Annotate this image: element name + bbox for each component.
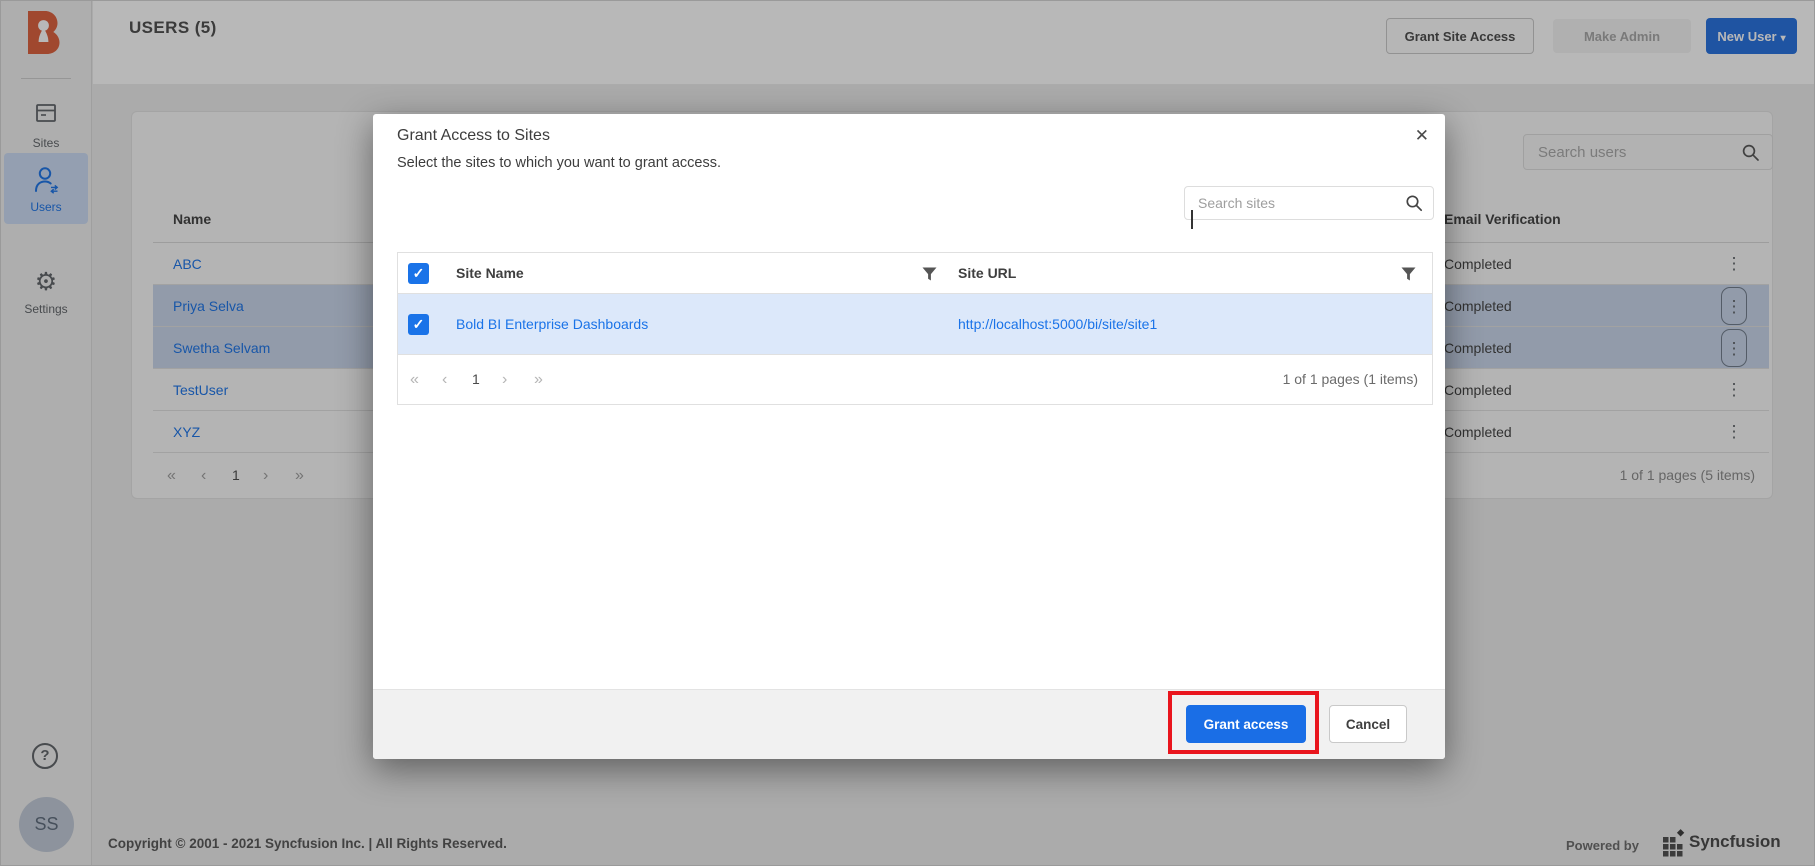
prev-page-icon[interactable]: ‹ (442, 355, 447, 404)
cancel-button[interactable]: Cancel (1329, 705, 1407, 743)
site-name-link[interactable]: Bold BI Enterprise Dashboards (456, 294, 648, 355)
page-number[interactable]: 1 (472, 355, 480, 404)
modal-title: Grant Access to Sites (397, 127, 550, 144)
site-row-checkbox[interactable]: ✓ (408, 314, 429, 335)
column-header-site-url: Site URL (958, 265, 1017, 281)
first-page-icon[interactable]: « (410, 355, 419, 404)
sites-grid-header: ✓ Site Name Site URL (398, 253, 1432, 294)
filter-icon[interactable] (1401, 267, 1416, 286)
site-url-link[interactable]: http://localhost:5000/bi/site/site1 (958, 294, 1157, 355)
search-sites-input[interactable] (1184, 186, 1434, 220)
last-page-icon[interactable]: » (534, 355, 543, 404)
grant-access-modal: ✕ Grant Access to Sites Select the sites… (373, 114, 1445, 759)
grant-access-button[interactable]: Grant access (1186, 705, 1306, 743)
column-header-site-name: Site Name (456, 265, 524, 281)
select-all-checkbox[interactable]: ✓ (408, 263, 429, 284)
filter-icon[interactable] (922, 267, 937, 286)
sites-grid-pager: « ‹ 1 › » 1 of 1 pages (1 items) (398, 355, 1432, 404)
sites-grid: ✓ Site Name Site URL ✓ Bold BI Enterpris… (397, 252, 1433, 405)
app-window: Sites Users ⚙ Settings ? SS USERS (5) Gr… (0, 0, 1815, 866)
search-icon[interactable] (1405, 194, 1423, 217)
close-icon[interactable]: ✕ (1415, 126, 1429, 146)
text-cursor (1191, 210, 1193, 229)
site-row[interactable]: ✓ Bold BI Enterprise Dashboards http://l… (398, 294, 1432, 355)
pager-summary: 1 of 1 pages (1 items) (1282, 371, 1418, 387)
next-page-icon[interactable]: › (502, 355, 507, 404)
modal-subtitle: Select the sites to which you want to gr… (397, 155, 721, 171)
